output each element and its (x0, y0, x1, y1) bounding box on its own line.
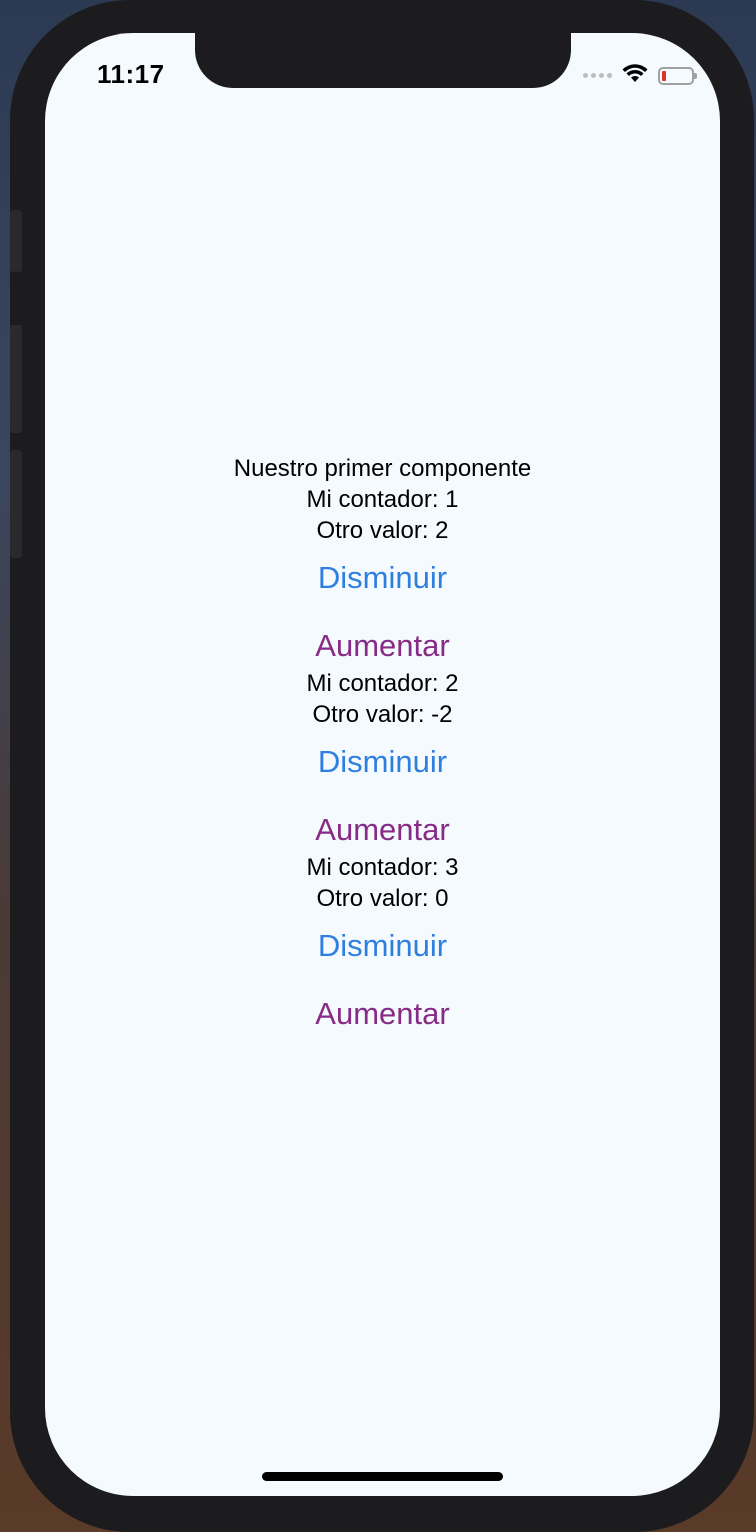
app-content: Nuestro primer componente Mi contador: 1… (45, 453, 720, 1036)
notch (195, 33, 571, 88)
battery-icon (658, 66, 697, 85)
counter-block: Mi contador: 1 Otro valor: 2 Disminuir A… (45, 484, 720, 664)
decrease-button[interactable]: Disminuir (318, 744, 447, 780)
counter-block: Mi contador: 2 Otro valor: -2 Disminuir … (45, 668, 720, 848)
increase-button[interactable]: Aumentar (315, 996, 449, 1032)
other-value: Otro valor: 0 (316, 885, 449, 912)
cellular-signal-icon (583, 73, 612, 78)
counter-value: Mi contador: 1 (306, 486, 459, 513)
device-screen: 11:17 Nuestro primer componente Mi conta… (45, 33, 720, 1496)
counter-value: Mi contador: 3 (306, 854, 459, 881)
increase-button[interactable]: Aumentar (315, 628, 449, 664)
volume-down-button (10, 450, 22, 558)
decrease-button[interactable]: Disminuir (318, 928, 447, 964)
status-bar-time: 11:17 (97, 59, 165, 89)
volume-up-button (10, 325, 22, 433)
counter-block: Mi contador: 3 Otro valor: 0 Disminuir A… (45, 852, 720, 1032)
increase-button[interactable]: Aumentar (315, 812, 449, 848)
component-title: Nuestro primer componente (233, 455, 532, 482)
mute-switch (10, 210, 22, 272)
decrease-button[interactable]: Disminuir (318, 560, 447, 596)
status-bar-indicators (583, 63, 697, 88)
other-value: Otro valor: 2 (316, 517, 449, 544)
counter-value: Mi contador: 2 (306, 670, 459, 697)
other-value: Otro valor: -2 (312, 701, 453, 728)
home-indicator[interactable] (262, 1472, 503, 1481)
wifi-icon (622, 63, 648, 88)
